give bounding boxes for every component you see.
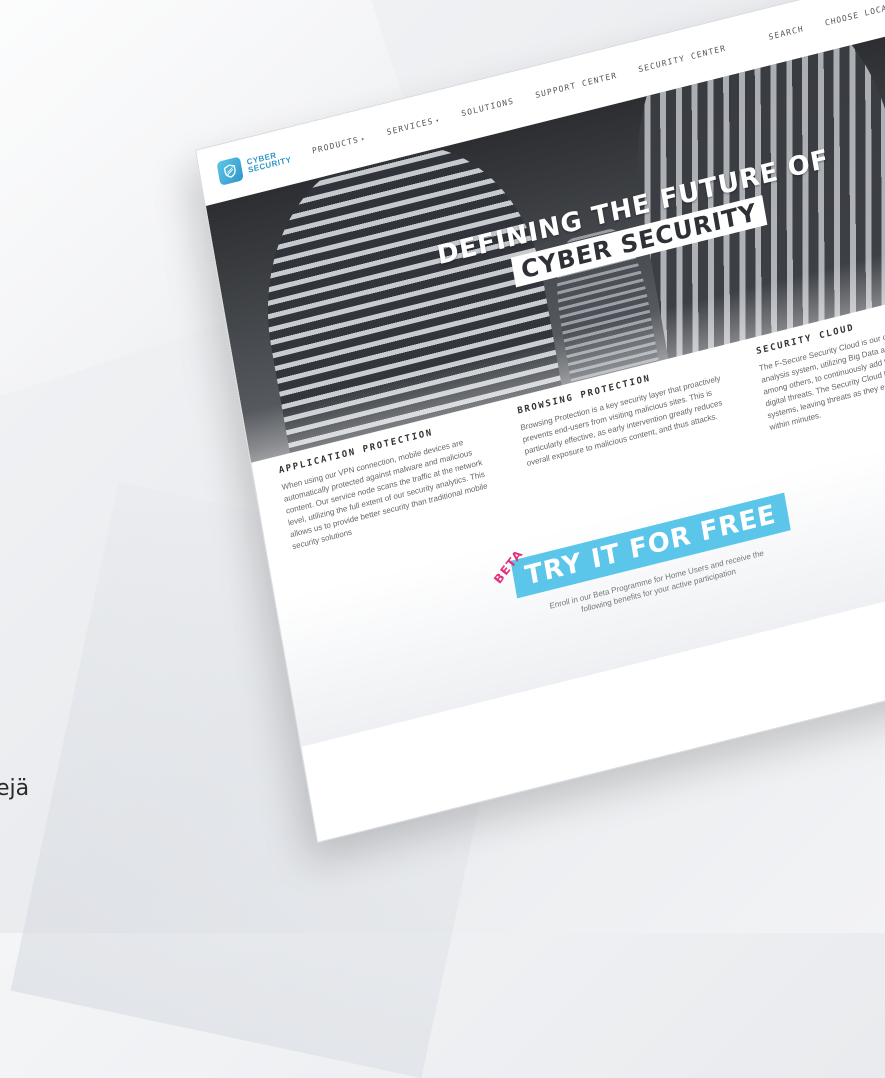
nav-services[interactable]: SERVICES▾	[385, 114, 441, 137]
feature-text: When using our VPN connection, mobile de…	[281, 437, 489, 552]
cropped-text: ejä	[0, 776, 30, 801]
location-label: CHOOSE LOCATION	[824, 0, 885, 28]
nav-security-center[interactable]: SECURITY CENTER	[638, 43, 727, 74]
nav-search[interactable]: SEARCH	[768, 24, 805, 42]
nav-products[interactable]: PRODUCTS▾	[311, 133, 367, 156]
nav-solutions[interactable]: SOLUTIONS	[461, 96, 515, 118]
nav-products-label: PRODUCTS	[311, 134, 360, 156]
chevron-down-icon: ▾	[434, 116, 441, 125]
beta-badge: BETA	[491, 546, 526, 587]
logo-text: CYBER SECURITY	[246, 148, 292, 175]
nav-support-center[interactable]: SUPPORT CENTER	[535, 70, 618, 99]
nav-services-label: SERVICES	[385, 115, 435, 137]
website-mockup: CYBER SECURITY PRODUCTS▾ SERVICES▾ SOLUT…	[195, 0, 885, 844]
location-selector[interactable]: CHOOSE LOCATIONFI▾	[824, 0, 885, 27]
chevron-down-icon: ▾	[360, 134, 367, 144]
shield-icon	[216, 156, 244, 186]
site-logo[interactable]: CYBER SECURITY	[216, 144, 292, 186]
